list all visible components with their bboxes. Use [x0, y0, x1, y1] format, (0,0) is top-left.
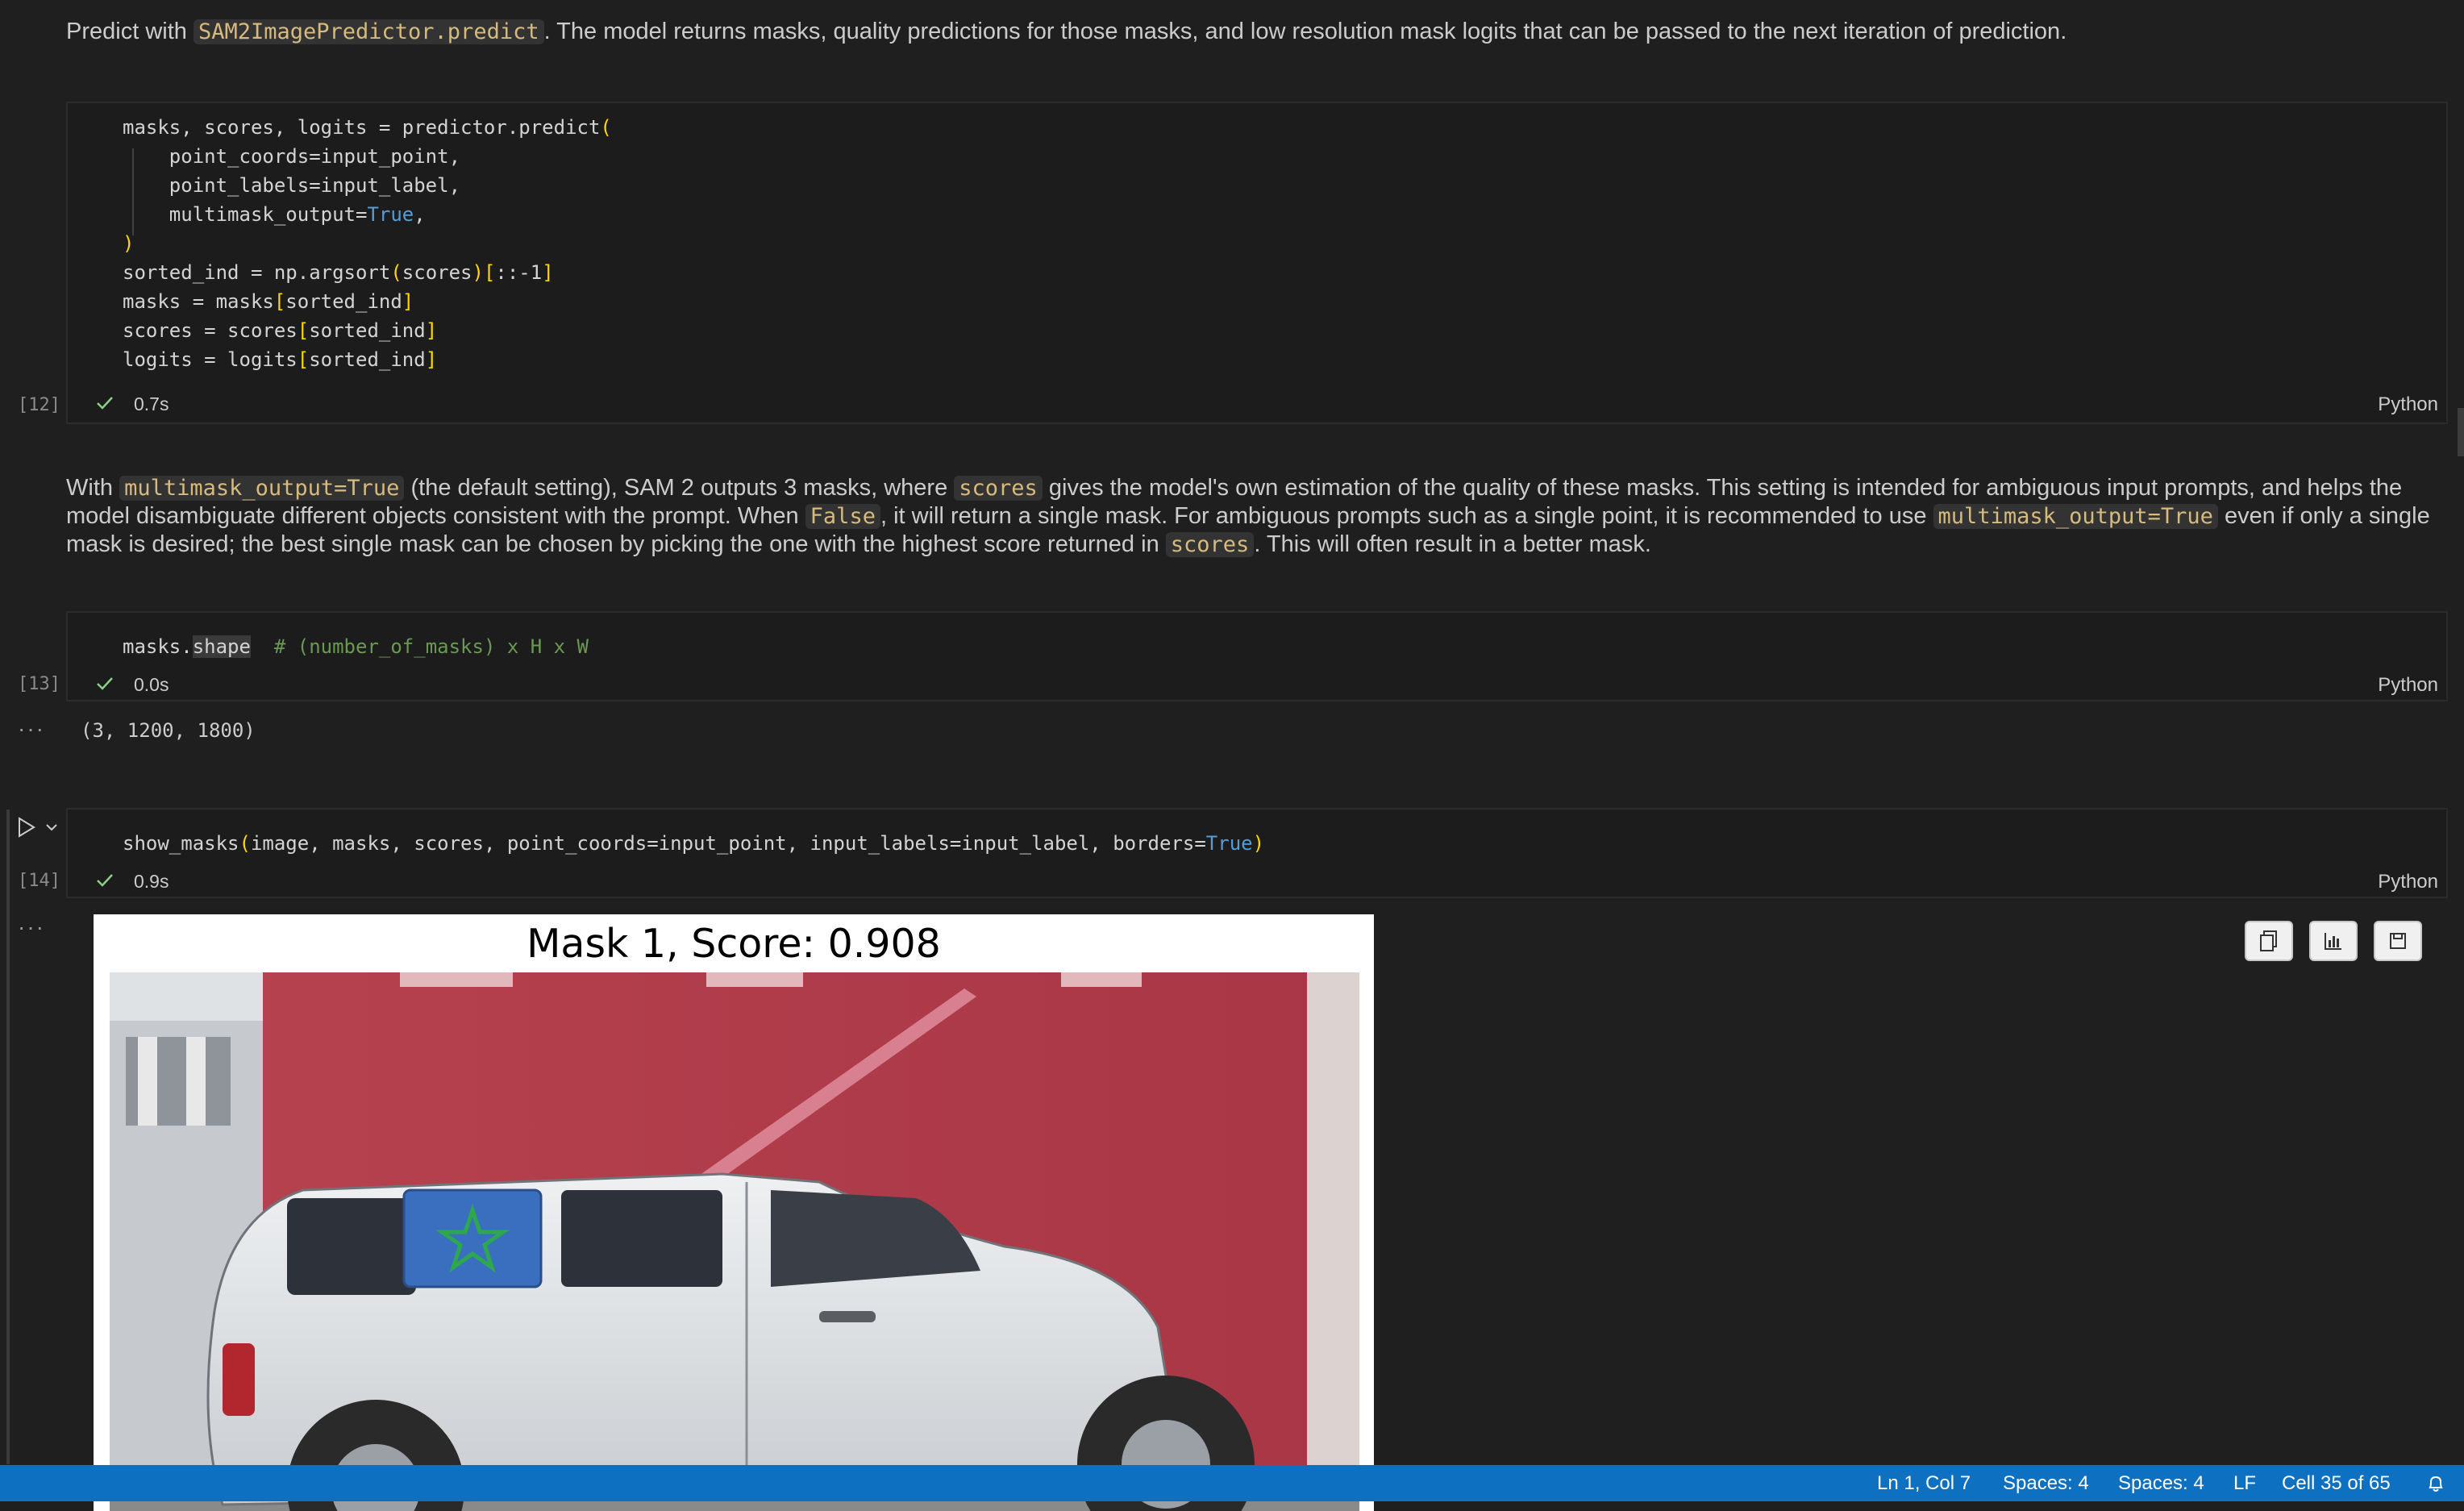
output-more-icon[interactable]: ···	[18, 716, 45, 742]
inline-code: SAM2ImagePredictor.predict	[193, 19, 544, 44]
inline-code: scores	[1165, 532, 1255, 557]
figure-title: Mask 1, Score: 0.908	[527, 921, 941, 967]
status-cursor-position[interactable]: Ln 1, Col 7	[1877, 1472, 1971, 1495]
copy-output-button[interactable]	[2245, 921, 2293, 961]
save-icon	[2390, 933, 2406, 949]
code-cell-12[interactable]: masks, scores, logits = predictor.predic…	[66, 102, 2448, 424]
cell-language[interactable]: Python	[2378, 871, 2438, 893]
code-cell-13[interactable]: masks.shape # (number_of_masks) x H x W …	[66, 611, 2448, 701]
code-editor[interactable]: show_masks(image, masks, scores, point_c…	[123, 829, 1264, 858]
code-editor[interactable]: masks, scores, logits = predictor.predic…	[123, 113, 612, 374]
cell-output: (3, 1200, 1800)	[81, 719, 256, 742]
execution-count: [12]	[18, 395, 60, 415]
chart-icon	[2325, 933, 2341, 950]
cell-language[interactable]: Python	[2378, 393, 2438, 416]
code-editor[interactable]: masks.shape # (number_of_masks) x H x W	[123, 632, 589, 661]
cell-language[interactable]: Python	[2378, 674, 2438, 697]
inline-code: multimask_output=True	[1933, 504, 2218, 529]
code-cell-14[interactable]: show_masks(image, masks, scores, point_c…	[66, 808, 2448, 898]
save-output-button[interactable]	[2374, 921, 2422, 961]
scrollbar-thumb[interactable]	[2458, 408, 2464, 456]
bell-icon[interactable]	[2427, 1474, 2445, 1493]
status-indentation[interactable]: Spaces: 4	[2003, 1472, 2089, 1495]
status-bar: Ln 1, Col 7 Spaces: 4 Spaces: 4 LF Cell …	[0, 1465, 2464, 1501]
inline-code: False	[805, 504, 880, 529]
open-plot-viewer-button[interactable]	[2309, 921, 2358, 961]
output-more-icon[interactable]: ···	[18, 914, 45, 940]
execution-time: 0.0s	[134, 674, 169, 695]
success-check-icon	[97, 874, 113, 887]
inline-code: multimask_output=True	[119, 476, 405, 501]
truck-photo	[110, 972, 1359, 1511]
status-cell-index[interactable]: Cell 35 of 65	[2282, 1472, 2391, 1495]
status-eol[interactable]: LF	[2233, 1472, 2256, 1495]
chevron-down-icon[interactable]	[45, 822, 58, 832]
execution-time: 0.9s	[134, 871, 169, 892]
status-indentation-2[interactable]: Spaces: 4	[2118, 1472, 2204, 1495]
execution-count: [13]	[18, 674, 60, 694]
inline-code: scores	[954, 476, 1043, 501]
markdown-cell-multimask: With multimask_output=True (the default …	[66, 475, 2430, 557]
execution-time: 0.7s	[134, 393, 169, 414]
execution-count: [14]	[18, 871, 60, 891]
cell-focus-indicator	[6, 810, 10, 1464]
success-check-icon	[97, 397, 113, 410]
output-figure: Mask 1, Score: 0.908	[94, 914, 1374, 1511]
run-cell-icon[interactable]	[16, 816, 37, 839]
markdown-cell-predict: Predict with SAM2ImagePredictor.predict.…	[66, 19, 2067, 44]
copy-icon	[2260, 930, 2277, 951]
success-check-icon	[97, 677, 113, 690]
